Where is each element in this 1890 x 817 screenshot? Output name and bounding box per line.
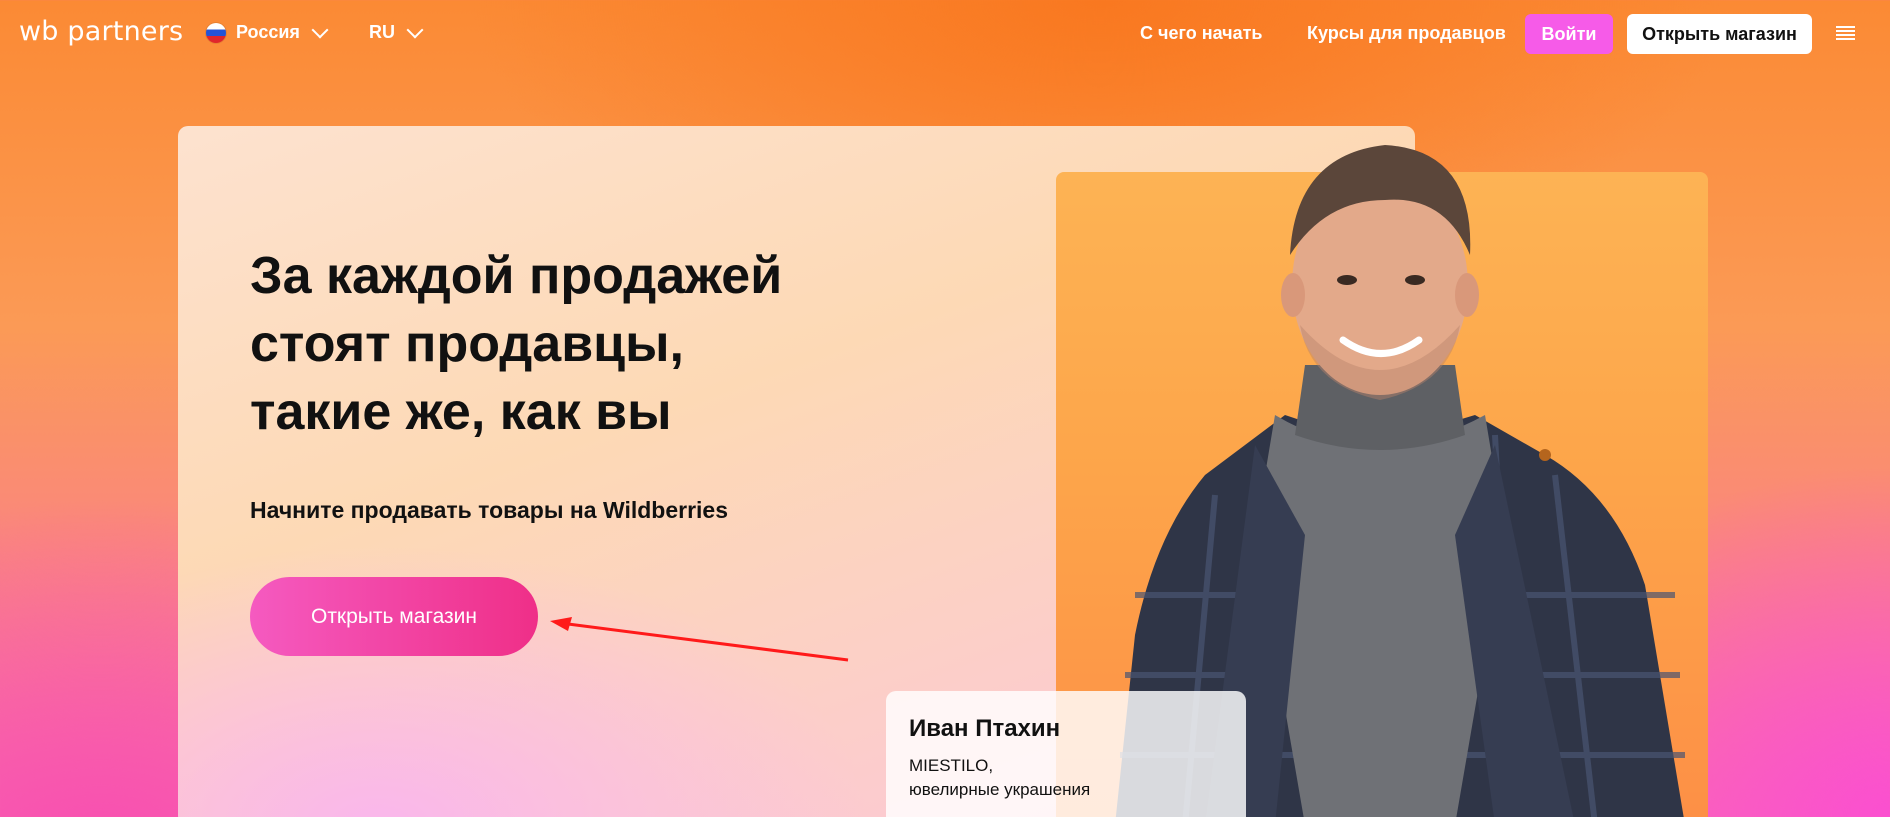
header-open-store-button[interactable]: Открыть магазин — [1627, 14, 1812, 54]
nav-link-seller-courses[interactable]: Курсы для продавцов — [1307, 23, 1506, 44]
hero-title-line: такие же, как вы — [250, 383, 672, 441]
chevron-down-icon — [311, 21, 329, 38]
seller-company: MIESTILO, — [909, 756, 994, 775]
language-label: RU — [369, 22, 395, 42]
nav-link-getting-started[interactable]: С чего начать — [1140, 23, 1263, 44]
top-header: wb partners Россия RU С чего начать Курс… — [0, 0, 1890, 68]
country-selector[interactable]: Россия — [206, 21, 329, 43]
red-arrow-annotation — [550, 617, 849, 662]
hero-subtitle: Начните продавать товары на Wildberries — [250, 497, 729, 523]
seller-category: ювелирные украшения — [909, 780, 1091, 799]
chevron-down-icon — [406, 21, 424, 38]
russia-flag-icon — [206, 22, 226, 43]
open-store-button[interactable]: Открыть магазин — [250, 577, 538, 656]
country-label: Россия — [236, 22, 300, 42]
language-selector[interactable]: RU — [369, 21, 424, 43]
seller-name: Иван Птахин — [909, 715, 1061, 742]
hero-title-line: За каждой продажей — [250, 247, 783, 305]
login-button[interactable]: Войти — [1525, 14, 1613, 54]
wb-partners-logo[interactable]: wb partners — [19, 16, 183, 47]
hamburger-menu-icon[interactable] — [1836, 26, 1855, 40]
hero-title: За каждой продажей стоят продавцы, такие… — [250, 242, 870, 446]
hero-title-line: стоят продавцы, — [250, 315, 685, 373]
